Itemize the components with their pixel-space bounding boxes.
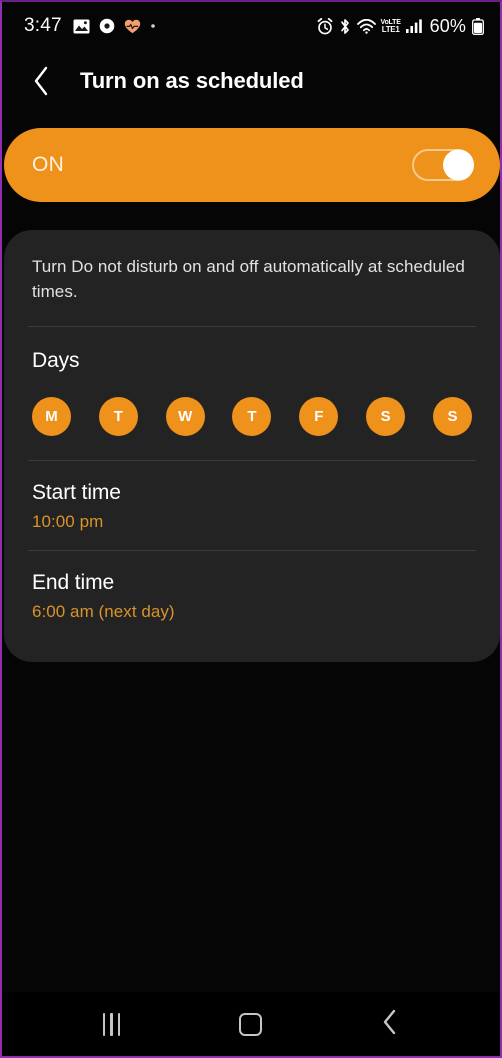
day-chip-thursday[interactable]: T [232,397,272,437]
recents-icon [102,1012,121,1036]
days-section: Days M T W T F S S [4,327,500,460]
start-time-row[interactable]: Start time 10:00 pm [4,461,500,550]
volte-icon: VoLTE LTE1 [381,19,401,34]
day-chip-tuesday[interactable]: T [98,397,138,437]
days-label: Days [32,349,80,373]
status-bar-left: 3:47 [24,15,156,37]
wifi-icon [356,18,376,34]
bluetooth-icon [339,18,351,35]
days-selector: M T W T F S S [32,373,472,460]
master-switch-banner[interactable]: ON [4,128,500,202]
master-switch-toggle[interactable] [412,149,474,181]
dot-indicator-icon [150,23,156,29]
day-chip-friday[interactable]: F [299,397,339,437]
end-time-value: 6:00 am (next day) [32,602,175,622]
record-icon [99,18,115,34]
end-time-row[interactable]: End time 6:00 am (next day) [4,551,500,640]
chevron-left-icon[interactable] [20,60,62,102]
phone-screen: 3:47 VoLTE LTE1 60% Turn on as scheduled… [0,0,502,1058]
back-chevron-icon [382,1009,398,1040]
heart-health-icon [124,19,141,34]
status-bar-right: VoLTE LTE1 60% [317,16,484,37]
back-button[interactable] [358,1000,422,1048]
page-title: Turn on as scheduled [80,68,304,93]
card-description: Turn Do not disturb on and off automatic… [32,257,465,302]
toggle-knob [443,149,474,181]
master-switch-label: ON [32,153,65,176]
gallery-icon [73,19,90,34]
app-bar: Turn on as scheduled [2,50,500,112]
schedule-settings-card: Turn Do not disturb on and off automatic… [4,230,500,663]
battery-percent-label: 60% [429,15,466,36]
status-bar: 3:47 VoLTE LTE1 60% [2,2,500,50]
battery-icon [472,17,484,35]
volte-label-bottom: LTE1 [381,24,400,34]
day-chip-wednesday[interactable]: W [165,397,205,437]
signal-bars-icon [405,19,422,33]
day-chip-sunday[interactable]: S [432,397,472,437]
recents-button[interactable] [80,1000,144,1048]
start-time-title: Start time [32,481,121,505]
end-time-title: End time [32,571,115,595]
day-chip-saturday[interactable]: S [366,397,406,437]
day-chip-monday[interactable]: M [32,397,71,437]
home-icon [239,1012,263,1036]
navigation-bar [2,992,500,1056]
home-button[interactable] [219,1000,283,1048]
alarm-icon [317,17,333,35]
status-clock: 3:47 [24,15,62,36]
start-time-value: 10:00 pm [32,512,104,532]
